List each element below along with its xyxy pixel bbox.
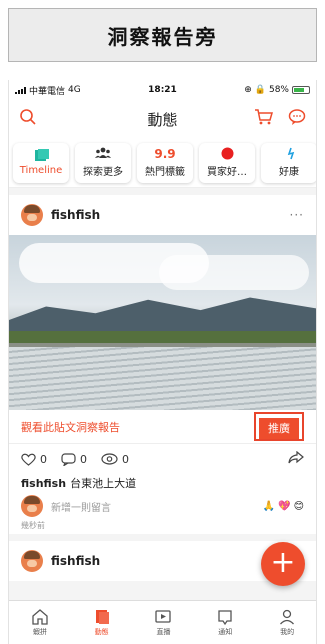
caption-username[interactable]: fishfish [21,477,66,490]
battery-icon [292,86,310,94]
view-count: 0 [122,452,129,466]
reaction-pray[interactable]: 🙏 [263,501,275,512]
people-icon [94,147,112,160]
home-icon [32,609,48,625]
heart-icon [21,453,36,466]
view-insights-link[interactable]: 觀看此貼文洞察報告 [21,419,120,435]
tab-buyer[interactable]: 買家好… [199,142,255,183]
carrier-name: 中華電信 [29,86,66,97]
like-count: 0 [40,452,47,466]
feed-icon [95,610,109,624]
network-type: 4G [68,85,81,95]
search-icon[interactable] [19,108,37,130]
post-time: 幾秒前 [21,521,45,530]
tab-label: Timeline [19,165,63,176]
insight-row: 觀看此貼文洞察報告 推廣 [9,410,316,444]
app-bar: 動態 [9,100,316,138]
like-button[interactable]: 0 [21,453,47,466]
post-card: fishfish ··· 觀看此貼文洞察報告 推廣 0 0 0 fishfish… [9,195,316,534]
comment-count: 0 [80,452,87,466]
comment-icon [61,452,76,466]
avatar [21,495,43,517]
tab-timeline[interactable]: Timeline [13,142,69,183]
tab-label: 熱門標籤 [145,167,185,178]
post-username[interactable]: fishfish [51,208,100,222]
bottom-nav: 蝦拼 動態 直播 通知 我的 [9,600,316,644]
comment-button[interactable]: 0 [61,453,87,466]
more-options-icon[interactable]: ··· [290,208,304,222]
nav-profile[interactable]: 我的 [262,608,312,637]
nav-feed[interactable]: 動態 [77,608,127,637]
quick-reactions: 🙏 💖 😊 [263,501,304,512]
promote-highlight: 推廣 [254,412,304,441]
timeline-icon [33,149,49,162]
signal-icon [15,86,26,94]
eye-icon [101,453,118,465]
profile-icon [280,609,295,625]
annotation-banner: 洞察報告旁 [8,8,317,62]
phone-screen: 中華電信 4G 18:21 ⊕ 🔒 58% 動態 Timeline 探索更多 9… [8,80,317,644]
post-caption: fishfish 台東池上大道 [9,474,316,492]
nav-live[interactable]: 直播 [138,608,188,637]
nav-notifications[interactable]: 通知 [200,608,250,637]
tab-label: 探索更多 [83,167,123,178]
status-bar: 中華電信 4G 18:21 ⊕ 🔒 58% [9,80,316,100]
tab-explore[interactable]: 探索更多 [75,142,131,183]
hot-tag-icon: 9.9 [154,146,176,161]
category-tabs: Timeline 探索更多 9.9 熱門標籤 買家好… 好康 [9,138,316,188]
lock-icon: 🔒 [254,85,266,95]
carrier-info: 中華電信 4G [15,84,81,97]
post-photo[interactable] [9,235,316,410]
tab-hot-tags[interactable]: 9.9 熱門標籤 [137,142,193,183]
cart-icon[interactable] [254,108,274,130]
post-header: fishfish ··· [9,195,316,235]
post-username[interactable]: fishfish [51,554,100,568]
comment-input[interactable]: 新增一則留言 [51,499,111,514]
deal-icon [283,147,296,160]
red-dot-icon [221,147,234,160]
live-icon [155,610,172,623]
battery-percent: 58% [268,85,289,95]
status-right: ⊕ 🔒 58% [244,85,310,95]
share-icon[interactable] [288,450,304,467]
views-indicator: 0 [101,453,129,466]
reaction-heart[interactable]: 💖 [278,501,290,512]
comment-row: 新增一則留言 🙏 💖 😊 [9,492,316,520]
notification-icon [218,610,232,626]
post-actions: 0 0 0 [9,444,316,474]
reaction-smile[interactable]: 😊 [294,501,304,512]
annotation-title: 洞察報告旁 [107,24,218,49]
caption-text: 台東池上大道 [70,477,137,490]
promote-button[interactable]: 推廣 [259,418,299,439]
avatar[interactable] [21,204,43,226]
tab-deals[interactable]: 好康 [261,142,316,183]
tab-label: 買家好… [207,167,247,178]
avatar[interactable] [21,550,43,572]
create-post-button[interactable]: + [261,542,305,586]
alarm-icon: ⊕ [244,85,252,95]
nav-home[interactable]: 蝦拼 [15,608,65,637]
tab-label: 好康 [279,167,299,178]
chat-icon[interactable] [288,108,306,130]
